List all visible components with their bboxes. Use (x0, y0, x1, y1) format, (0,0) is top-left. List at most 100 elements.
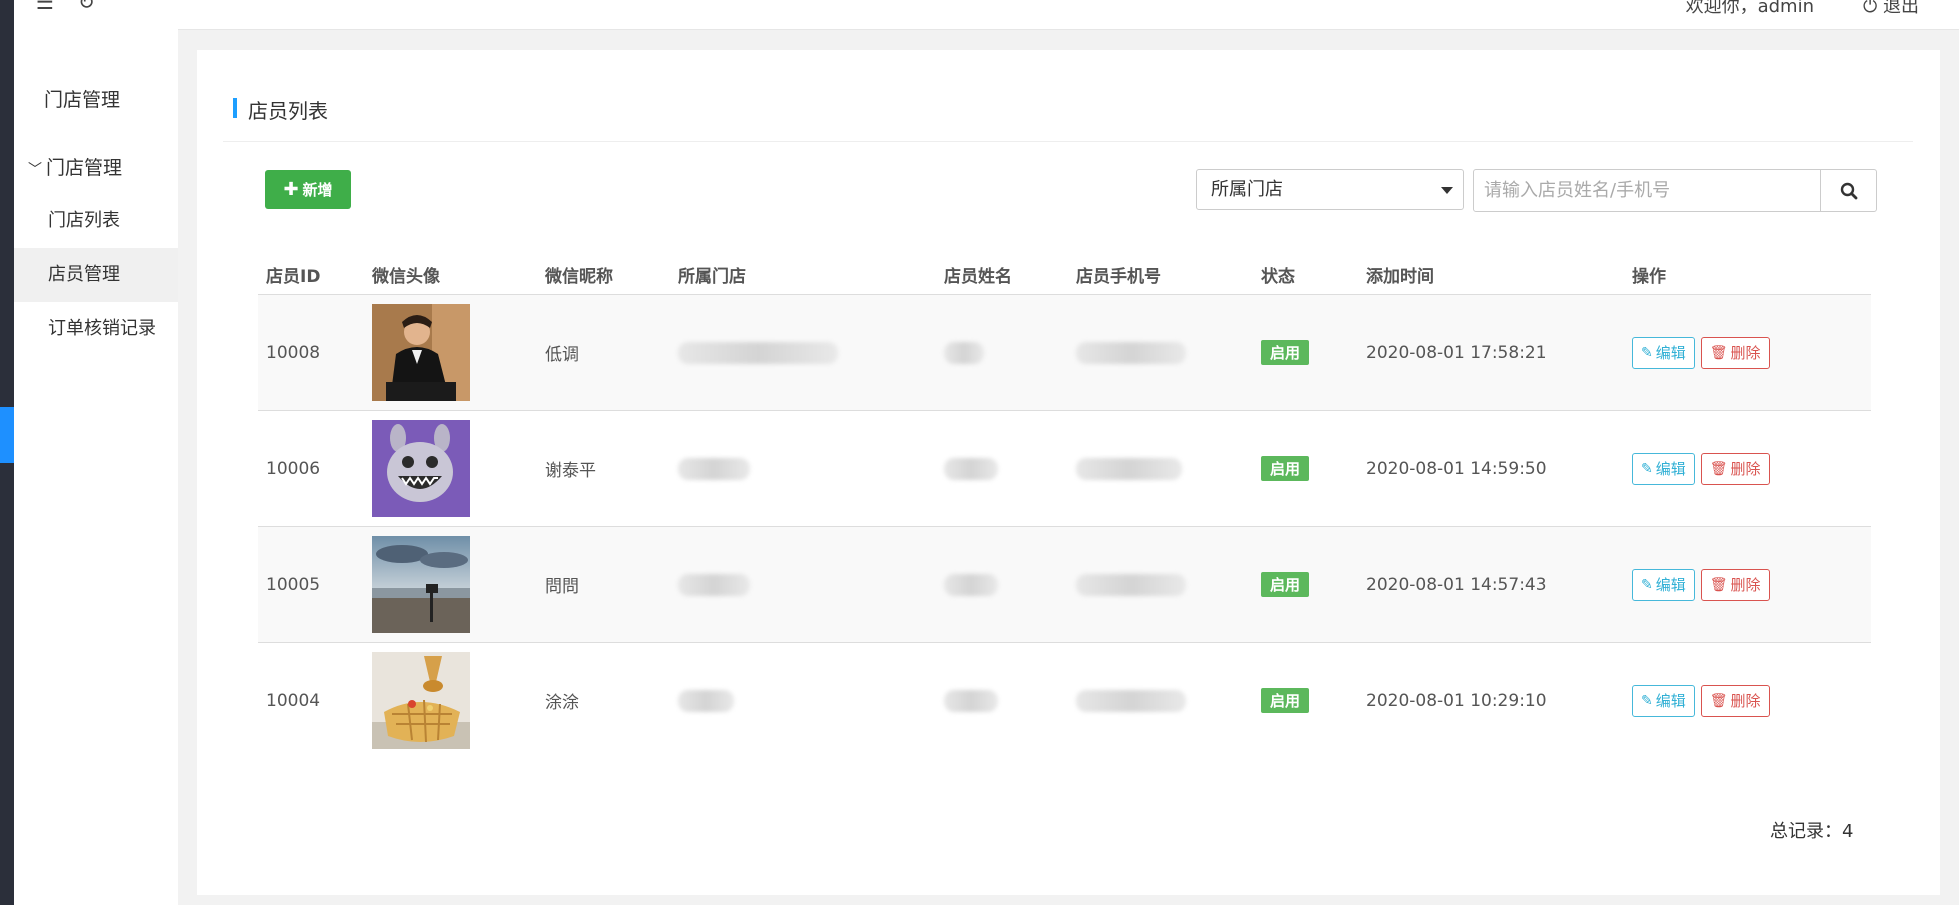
staff-id: 10006 (266, 458, 321, 479)
status-cell: 启用 (1261, 295, 1310, 410)
delete-button[interactable]: 🗑 删除 (1700, 568, 1770, 601)
sidebar-item-store-list[interactable]: 门店列表 (14, 194, 178, 248)
table-row: 10005 問問 启用 2020-08-01 14:57:43 ✎ 编辑 🗑 删除 (258, 527, 1871, 643)
edit-button[interactable]: ✎ 编辑 (1632, 684, 1695, 717)
staff-name (944, 295, 984, 410)
staff-id: 10004 (266, 690, 321, 711)
status-cell: 启用 (1261, 643, 1310, 758)
refresh-icon[interactable]: ↻ (78, 0, 95, 14)
search-button[interactable] (1820, 169, 1877, 212)
actions: ✎ 编辑 🗑 删除 (1632, 411, 1770, 526)
man-in-suit-photo-icon (372, 304, 470, 401)
actions: ✎ 编辑 🗑 删除 (1632, 295, 1770, 410)
welcome-text: 欢迎你，admin (1685, 0, 1814, 17)
sidebar-group-store[interactable]: ﹀ 门店管理 (28, 153, 122, 180)
trash-icon: 🗑 (1709, 576, 1728, 593)
total-records: 总记录：4 (1770, 821, 1854, 842)
redacted-name (944, 341, 984, 364)
store (678, 527, 750, 642)
nickname: 問問 (545, 577, 579, 597)
edit-label: 编辑 (1655, 576, 1686, 594)
status-badge: 启用 (1261, 688, 1310, 713)
status-badge: 启用 (1261, 456, 1310, 481)
table-row: 10008 低调 启用 2020-08-01 17:58:21 ✎ 编辑 🗑 删除 (258, 295, 1871, 411)
staff-id: 10005 (266, 574, 321, 595)
app-rail (0, 0, 14, 905)
logout-label: 退出 (1883, 0, 1919, 17)
content-panel: 店员列表 ✚新增 所属门店 店员ID 微信头像 微信昵称 所属门店 店员姓名 店… (197, 50, 1940, 895)
col-store: 所属门店 (678, 267, 746, 287)
nickname: 低调 (545, 345, 579, 365)
store-select[interactable]: 所属门店 (1196, 169, 1464, 210)
panel-header: 店员列表 (223, 98, 1913, 142)
purple-monster-cartoon-icon (372, 420, 470, 517)
add-staff-button[interactable]: ✚ 新增 (265, 170, 351, 209)
menu-icon[interactable]: ☰ (36, 0, 54, 14)
delete-button[interactable]: 🗑 删除 (1700, 336, 1770, 369)
col-id: 店员ID (266, 267, 321, 287)
status-badge: 启用 (1261, 572, 1310, 597)
store (678, 643, 734, 758)
staff-name (944, 643, 998, 758)
nickname: 涂涂 (545, 693, 579, 713)
sidebar-group-label: 门店管理 (46, 157, 123, 179)
plus-icon: ✚ (283, 179, 299, 200)
title-accent-bar (233, 98, 237, 118)
trash-icon: 🗑 (1709, 460, 1728, 477)
pencil-icon: ✎ (1641, 344, 1653, 361)
store (678, 411, 750, 526)
pencil-icon: ✎ (1641, 576, 1653, 593)
phone (1076, 527, 1186, 642)
staff-name (944, 527, 998, 642)
staff-id: 10008 (266, 342, 321, 363)
table-header: 店员ID 微信头像 微信昵称 所属门店 店员姓名 店员手机号 状态 添加时间 操… (258, 246, 1871, 295)
edit-button[interactable]: ✎ 编辑 (1632, 452, 1695, 485)
delete-button[interactable]: 🗑 删除 (1700, 684, 1770, 717)
pencil-icon: ✎ (1641, 692, 1653, 709)
col-name: 店员姓名 (944, 267, 1012, 287)
actions: ✎ 编辑 🗑 删除 (1632, 527, 1770, 642)
redacted-name (944, 573, 998, 596)
page-title: 店员列表 (248, 99, 328, 123)
col-status: 状态 (1261, 267, 1295, 287)
delete-label: 删除 (1730, 344, 1761, 362)
col-avatar: 微信头像 (372, 267, 440, 287)
trash-icon: 🗑 (1709, 344, 1728, 361)
sidebar-item-order-records[interactable]: 订单核销记录 (14, 302, 178, 356)
avatar (372, 411, 470, 526)
redacted-name (944, 457, 998, 480)
delete-button[interactable]: 🗑 删除 (1700, 452, 1770, 485)
avatar (372, 527, 470, 642)
edit-button[interactable]: ✎ 编辑 (1632, 336, 1695, 369)
search-input[interactable] (1473, 169, 1821, 212)
avatar (372, 643, 470, 758)
edit-button[interactable]: ✎ 编辑 (1632, 568, 1695, 601)
phone (1076, 643, 1186, 758)
status-badge: 启用 (1261, 340, 1310, 365)
delete-label: 删除 (1730, 576, 1761, 594)
edit-label: 编辑 (1655, 460, 1686, 478)
col-actions: 操作 (1632, 267, 1666, 287)
redacted-store (678, 341, 838, 364)
added-time: 2020-08-01 10:29:10 (1366, 690, 1547, 711)
store (678, 295, 838, 410)
pencil-icon: ✎ (1641, 460, 1653, 477)
add-label: 新增 (302, 181, 333, 199)
edit-label: 编辑 (1655, 344, 1686, 362)
added-time: 2020-08-01 17:58:21 (1366, 342, 1547, 363)
table-row: 10006 谢泰平 启用 2020-08-01 14:59:50 ✎ 编辑 🗑 删除 (258, 411, 1871, 527)
caret-down-icon (1441, 187, 1453, 194)
delete-label: 删除 (1730, 692, 1761, 710)
logout-button[interactable]: ⏻ 退出 (1863, 0, 1919, 18)
sidebar-item-staff[interactable]: 店员管理 (14, 248, 178, 302)
rail-active-marker (0, 407, 14, 463)
actions: ✎ 编辑 🗑 删除 (1632, 643, 1770, 758)
chevron-down-icon: ﹀ (28, 162, 42, 178)
col-phone: 店员手机号 (1076, 267, 1161, 287)
phone (1076, 295, 1186, 410)
nickname: 谢泰平 (545, 461, 596, 481)
staff-name (944, 411, 998, 526)
avatar (372, 295, 470, 410)
redacted-phone (1076, 573, 1186, 596)
beach-sunset-photo-icon (372, 536, 470, 633)
